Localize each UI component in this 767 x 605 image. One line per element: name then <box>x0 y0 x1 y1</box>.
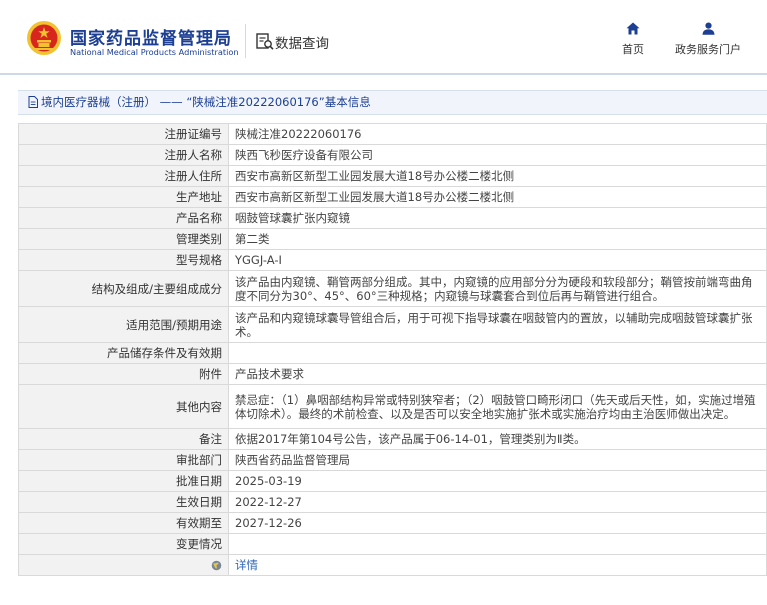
table-row: 管理类别 第二类 <box>18 228 767 250</box>
table-row: 适用范围/预期用途 该产品和内窥镜球囊导管组合后，用于可视下指导球囊在咽鼓管内的… <box>18 306 767 343</box>
field-label: 有效期至 <box>18 512 229 534</box>
field-value: YGGJ-A-I <box>228 249 767 271</box>
table-row: 生产地址 西安市高新区新型工业园发展大道18号办公楼二楼北侧 <box>18 186 767 208</box>
field-value: 2025-03-19 <box>228 470 767 492</box>
field-value: 该产品由内窥镜、鞘管两部分组成。其中，内窥镜的应用部分分为硬段和软段部分；鞘管按… <box>228 270 767 307</box>
field-value: 西安市高新区新型工业园发展大道18号办公楼二楼北侧 <box>228 165 767 187</box>
field-label: 备注 <box>18 428 229 450</box>
table-row: 变更情况 <box>18 533 767 555</box>
field-value: 咽鼓管球囊扩张内窥镜 <box>228 207 767 229</box>
field-value: 禁忌症：（1）鼻咽部结构异常或特别狭窄者；（2）咽鼓管口畸形闭口（先天或后天性，… <box>228 384 767 429</box>
field-value <box>228 342 767 364</box>
table-row: 备注 依据2017年第104号公告，该产品属于06-14-01，管理类别为Ⅱ类。 <box>18 428 767 450</box>
table-row: 审批部门 陕西省药品监督管理局 <box>18 449 767 471</box>
breadcrumb-separator: —— <box>159 95 183 109</box>
table-row: 详情 <box>18 554 767 576</box>
field-label: 其他内容 <box>18 384 229 429</box>
document-icon <box>28 96 38 108</box>
field-value: 2027-12-26 <box>228 512 767 534</box>
field-label: 生效日期 <box>18 491 229 513</box>
site-header: 国家药品监督管理局 National Medical Products Admi… <box>0 0 767 75</box>
detail-cell: 详情 <box>228 554 767 576</box>
field-label: 注册人住所 <box>18 165 229 187</box>
table-row: 产品储存条件及有效期 <box>18 342 767 364</box>
table-row: 批准日期 2025-03-19 <box>18 470 767 492</box>
breadcrumb-section[interactable]: 境内医疗器械（注册） <box>41 95 156 109</box>
brand-title-en: National Medical Products Administration <box>70 47 239 57</box>
field-value: 产品技术要求 <box>228 363 767 385</box>
field-value: 陕械注准20222060176 <box>228 123 767 145</box>
table-row: 附件 产品技术要求 <box>18 363 767 385</box>
table-row: 生效日期 2022-12-27 <box>18 491 767 513</box>
nav-portal-button[interactable]: 政务服务门户 <box>668 22 748 57</box>
data-query-link[interactable]: 数据查询 <box>275 32 329 52</box>
field-label: 管理类别 <box>18 228 229 250</box>
nav-home-label: 首页 <box>622 43 644 56</box>
field-value: 2022-12-27 <box>228 491 767 513</box>
field-label: 注册人名称 <box>18 144 229 166</box>
home-icon <box>626 22 640 35</box>
nav-home-button[interactable]: 首页 <box>613 22 653 57</box>
table-row: 注册人名称 陕西飞秒医疗设备有限公司 <box>18 144 767 166</box>
table-row: 产品名称 咽鼓管球囊扩张内窥镜 <box>18 207 767 229</box>
nav-portal-label: 政务服务门户 <box>675 43 741 56</box>
field-label: 生产地址 <box>18 186 229 208</box>
field-value: 依据2017年第104号公告，该产品属于06-14-01，管理类别为Ⅱ类。 <box>228 428 767 450</box>
data-query-icon[interactable] <box>256 33 274 50</box>
national-emblem-icon <box>27 21 61 55</box>
field-label: 产品储存条件及有效期 <box>18 342 229 364</box>
field-label: 变更情况 <box>18 533 229 555</box>
field-value: 西安市高新区新型工业园发展大道18号办公楼二楼北侧 <box>228 186 767 208</box>
field-label: 适用范围/预期用途 <box>18 306 229 343</box>
field-label: 审批部门 <box>18 449 229 471</box>
field-label: 型号规格 <box>18 249 229 271</box>
breadcrumb-record: “陕械注准20222060176”基本信息 <box>186 95 371 109</box>
table-row: 其他内容 禁忌症：（1）鼻咽部结构异常或特别狭窄者；（2）咽鼓管口畸形闭口（先天… <box>18 384 767 429</box>
field-value: 该产品和内窥镜球囊导管组合后，用于可视下指导球囊在咽鼓管内的置放，以辅助完成咽鼓… <box>228 306 767 343</box>
table-row: 型号规格 YGGJ-A-I <box>18 249 767 271</box>
user-icon <box>702 22 714 35</box>
detail-link[interactable]: 详情 <box>235 558 258 572</box>
table-row: 结构及组成/主要组成成分 该产品由内窥镜、鞘管两部分组成。其中，内窥镜的应用部分… <box>18 270 767 307</box>
field-label: 附件 <box>18 363 229 385</box>
device-info-table: 注册证编号 陕械注准20222060176 注册人名称 陕西飞秒医疗设备有限公司… <box>18 123 767 576</box>
table-row: 有效期至 2027-12-26 <box>18 512 767 534</box>
field-value: 陕西飞秒医疗设备有限公司 <box>228 144 767 166</box>
field-value: 第二类 <box>228 228 767 250</box>
brand-title-cn: 国家药品监督管理局 <box>70 29 232 49</box>
field-label: 结构及组成/主要组成成分 <box>18 270 229 307</box>
field-value <box>228 533 767 555</box>
breadcrumb: 境内医疗器械（注册） —— “陕械注准20222060176”基本信息 <box>18 90 767 115</box>
header-divider <box>245 24 246 58</box>
field-value: 陕西省药品监督管理局 <box>228 449 767 471</box>
field-label: 批准日期 <box>18 470 229 492</box>
detail-label-cell <box>18 554 229 576</box>
table-row: 注册人住所 西安市高新区新型工业园发展大道18号办公楼二楼北侧 <box>18 165 767 187</box>
table-row: 注册证编号 陕械注准20222060176 <box>18 123 767 145</box>
field-label: 产品名称 <box>18 207 229 229</box>
field-label: 注册证编号 <box>18 123 229 145</box>
globe-icon <box>211 560 222 571</box>
